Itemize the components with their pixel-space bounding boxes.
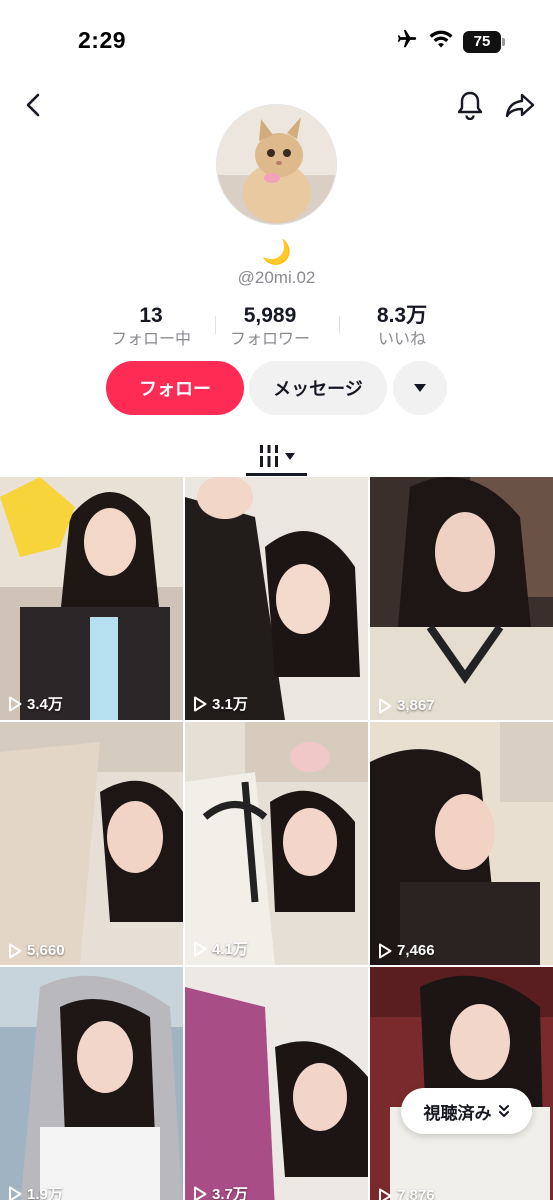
following-stat[interactable]: 13 フォロー中 (91, 303, 211, 351)
profile-stats: 13 フォロー中 5,989 フォロワー 8.3万 いいね (0, 303, 553, 353)
view-count: 3.7万 (193, 1183, 248, 1200)
tab-caret-down-icon (285, 452, 295, 460)
play-icon (379, 943, 392, 958)
video-tile[interactable]: 4.1万 (185, 722, 368, 965)
wifi-icon (429, 29, 453, 54)
video-tile[interactable]: 3.7万 (185, 967, 368, 1200)
view-count-text: 3.1万 (212, 696, 248, 713)
view-count: 7,876 (378, 1187, 435, 1200)
share-icon (505, 93, 535, 118)
followers-label: フォロワー (229, 331, 310, 348)
following-count: 13 (139, 304, 163, 327)
view-count: 5,660 (8, 942, 65, 959)
view-count-text: 3.4万 (27, 696, 63, 713)
back-chevron-icon (26, 93, 40, 117)
video-tile[interactable]: 3,867 (370, 477, 553, 720)
view-count-text: 7,876 (397, 1187, 435, 1200)
play-icon (9, 1186, 22, 1200)
video-tile[interactable]: 3.1万 (185, 477, 368, 720)
likes-label: いいね (377, 331, 426, 348)
avatar[interactable] (216, 104, 337, 225)
followers-stat[interactable]: 5,989 フォロワー (210, 303, 330, 351)
status-bar: 2:29 75 (0, 0, 553, 80)
view-count: 3.4万 (8, 693, 63, 714)
display-name: 🌙 (261, 239, 292, 266)
view-count-text: 5,660 (27, 942, 65, 959)
message-button[interactable]: メッセージ (249, 361, 387, 415)
view-count-text: 3.7万 (212, 1186, 248, 1200)
video-tile[interactable]: 5,660 (0, 722, 183, 965)
stat-divider (339, 316, 340, 334)
watched-button[interactable]: 視聴済み (401, 1088, 532, 1134)
likes-stat: 8.3万 いいね (342, 303, 462, 351)
video-tile[interactable]: 1.9万 (0, 967, 183, 1200)
tab-videos[interactable] (246, 435, 307, 477)
caret-down-icon (414, 384, 426, 392)
play-icon (194, 941, 207, 956)
back-button[interactable] (18, 89, 50, 121)
play-icon (194, 1186, 207, 1200)
more-button[interactable] (393, 361, 447, 415)
followers-count: 5,989 (243, 304, 297, 327)
videos-grid-icon (258, 445, 280, 467)
likes-count: 8.3万 (376, 304, 428, 327)
view-count: 3,867 (378, 697, 435, 714)
view-count-text: 4.1万 (212, 941, 248, 958)
video-tile[interactable]: 7,876 (370, 967, 553, 1200)
bell-icon (457, 91, 483, 120)
view-count: 7,466 (378, 942, 435, 959)
following-label: フォロー中 (110, 331, 191, 348)
play-icon (9, 696, 22, 711)
play-icon (194, 696, 207, 711)
tab-underline (246, 473, 307, 476)
play-icon (9, 943, 22, 958)
play-icon (379, 698, 392, 713)
view-count: 3.1万 (193, 693, 248, 714)
video-tile[interactable]: 7,466 (370, 722, 553, 965)
video-tile[interactable]: 3.4万 (0, 477, 183, 720)
play-icon (379, 1188, 392, 1200)
view-count-text: 1.9万 (27, 1186, 63, 1200)
view-count-text: 3,867 (397, 697, 435, 714)
battery-icon: 75 (463, 30, 505, 53)
view-count-text: 7,466 (397, 942, 435, 959)
view-count: 1.9万 (8, 1183, 63, 1200)
follow-button[interactable]: フォロー (106, 361, 244, 415)
airplane-icon (395, 28, 419, 55)
share-button[interactable] (503, 89, 537, 121)
double-chevron-down-icon (498, 1105, 509, 1117)
username: @20mi.02 (237, 268, 316, 287)
status-time: 2:29 (78, 27, 127, 53)
view-count: 4.1万 (193, 938, 248, 959)
status-icons: 75 (395, 28, 505, 55)
notifications-button[interactable] (454, 89, 486, 121)
watched-label: 視聴済み (423, 1103, 492, 1123)
